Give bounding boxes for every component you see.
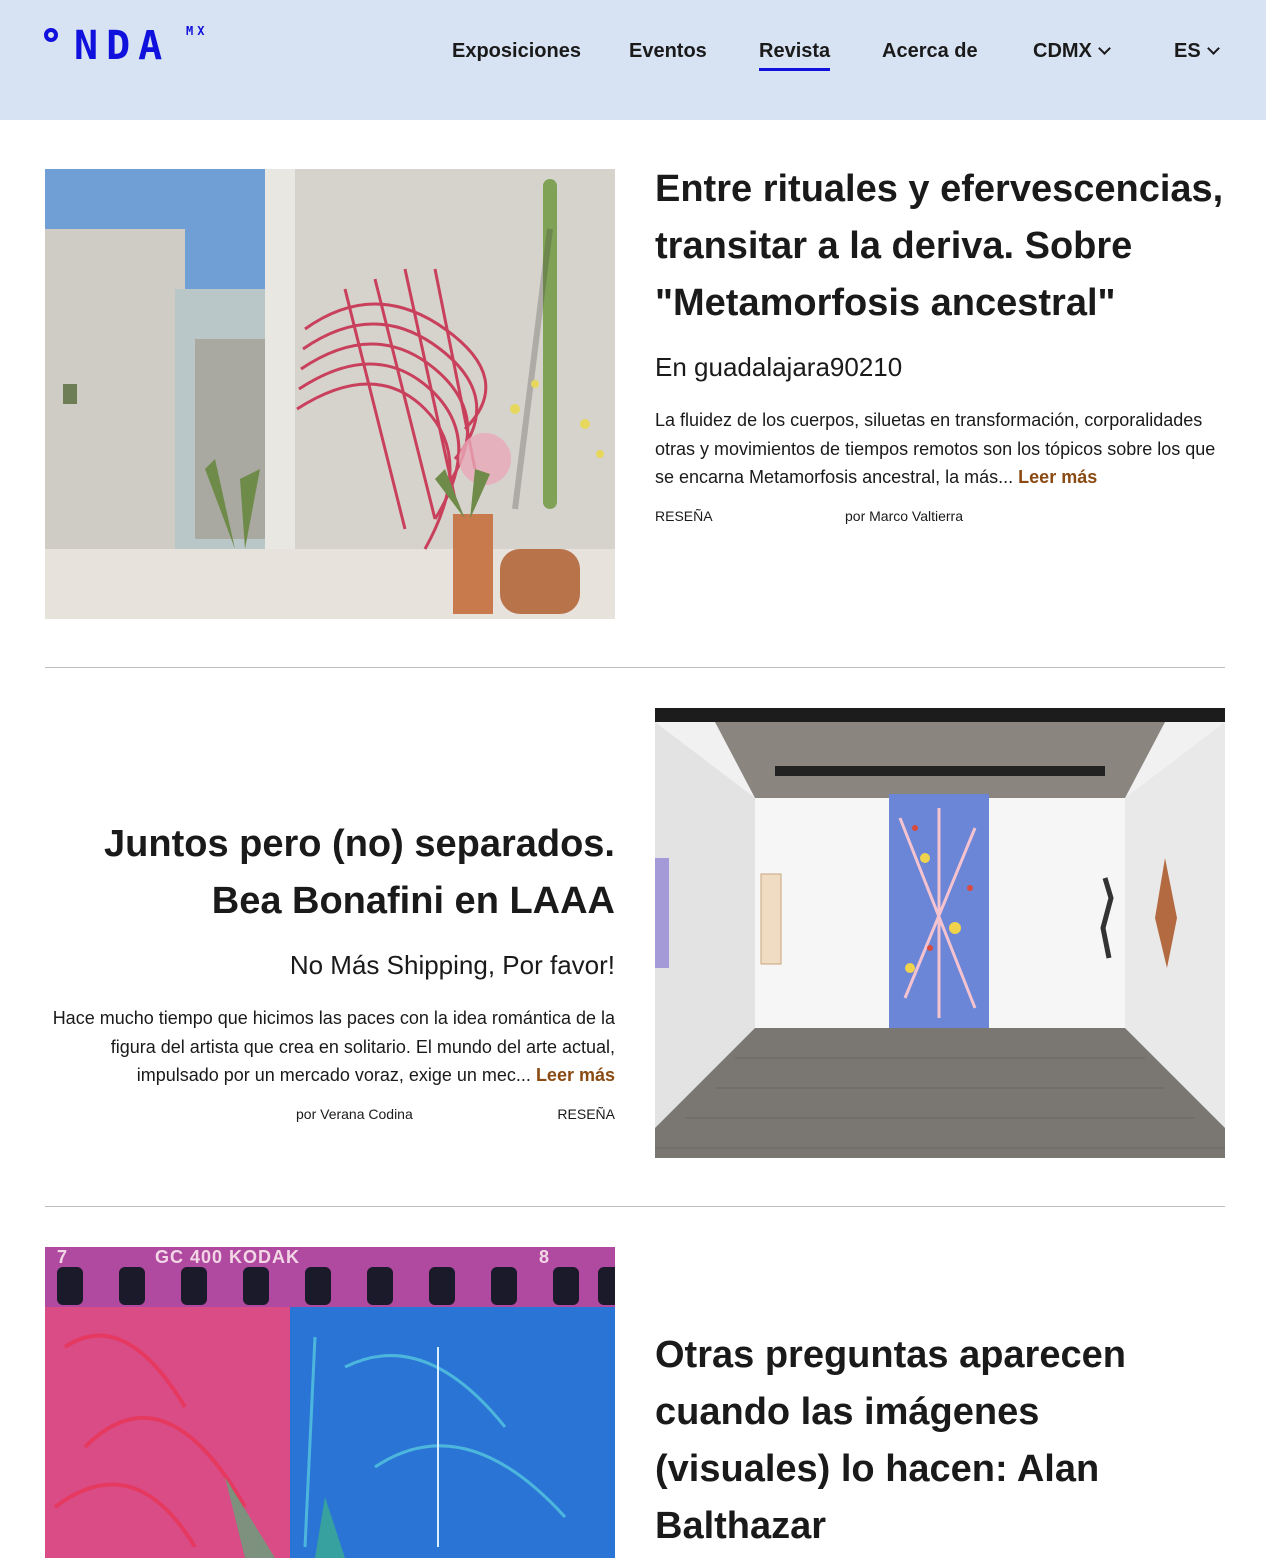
logo-subscript: MX [186,24,209,38]
article-card: Entre rituales y efervescencias, transit… [45,168,1225,629]
author-label[interactable]: por Marco Valtierra [845,508,963,524]
chevron-down-icon [1098,42,1111,55]
nav-acerca-de[interactable]: Acerca de [882,40,978,63]
category-label[interactable]: RESEÑA [557,1106,615,1122]
nav-eventos[interactable]: Eventos [629,40,707,63]
category-label[interactable]: RESEÑA [655,508,713,524]
article-meta: por Verana Codina RESEÑA [45,1106,615,1126]
article-image[interactable] [45,169,615,619]
article-venue: No Más Shipping, Por favor! [289,950,615,980]
excerpt-text: Hace mucho tiempo que hicimos las paces … [52,1008,615,1085]
city-dropdown-label: CDMX [1033,40,1092,62]
film-stock-label: GC 400 KODAK [155,1247,301,1267]
logo-circle [44,28,58,42]
chevron-down-icon [1206,42,1220,55]
article-meta: RESEÑA por Marco Valtierra [655,508,1225,528]
read-more-link[interactable]: Leer más [536,1065,615,1085]
film-frame-number: 7 [57,1247,68,1267]
article-excerpt: La fluidez de los cuerpos, siluetas en t… [655,406,1225,492]
article-title[interactable]: Entre rituales y efervescencias, transit… [655,161,1225,332]
language-dropdown[interactable]: ES [1174,40,1220,63]
nav-exposiciones[interactable]: Exposiciones [452,40,581,63]
logo-wordmark: NDA [74,23,171,69]
article-text: Otras preguntas aparecen cuando las imág… [655,1327,1225,1555]
article-venue: En guadalajara90210 [655,352,903,382]
gallery-installation-photo [655,708,1225,1158]
article-title[interactable]: Juntos pero (no) separados. Bea Bonafini… [45,816,615,930]
author-label[interactable]: por Verana Codina [296,1106,413,1122]
divider [45,1206,1225,1207]
film-frame-number: 8 [539,1247,550,1267]
article-text: Entre rituales y efervescencias, transit… [655,161,1225,528]
onda-mx-logo[interactable]: NDA MX [44,24,224,80]
read-more-link[interactable]: Leer más [1018,467,1097,487]
film-negative-photo [45,1247,615,1558]
article-image[interactable] [655,708,1225,1158]
site-header: NDA MX Exposiciones Eventos Revista Acer… [0,0,1266,120]
article-card: 7 GC 400 KODAK 8 Otras preguntas aparece… [45,1247,1225,1558]
article-text: Juntos pero (no) separados. Bea Bonafini… [45,816,615,1126]
city-dropdown[interactable]: CDMX [1033,40,1111,63]
language-dropdown-label: ES [1174,40,1201,62]
courtyard-mural-photo [45,169,615,619]
article-title[interactable]: Otras preguntas aparecen cuando las imág… [655,1327,1225,1555]
excerpt-text: La fluidez de los cuerpos, siluetas en t… [655,410,1216,487]
article-excerpt: Hace mucho tiempo que hicimos las paces … [45,1004,615,1090]
nav-revista[interactable]: Revista [759,40,831,71]
article-card: Juntos pero (no) separados. Bea Bonafini… [45,708,1225,1168]
article-image[interactable]: 7 GC 400 KODAK 8 [45,1247,615,1558]
divider [45,667,1225,668]
